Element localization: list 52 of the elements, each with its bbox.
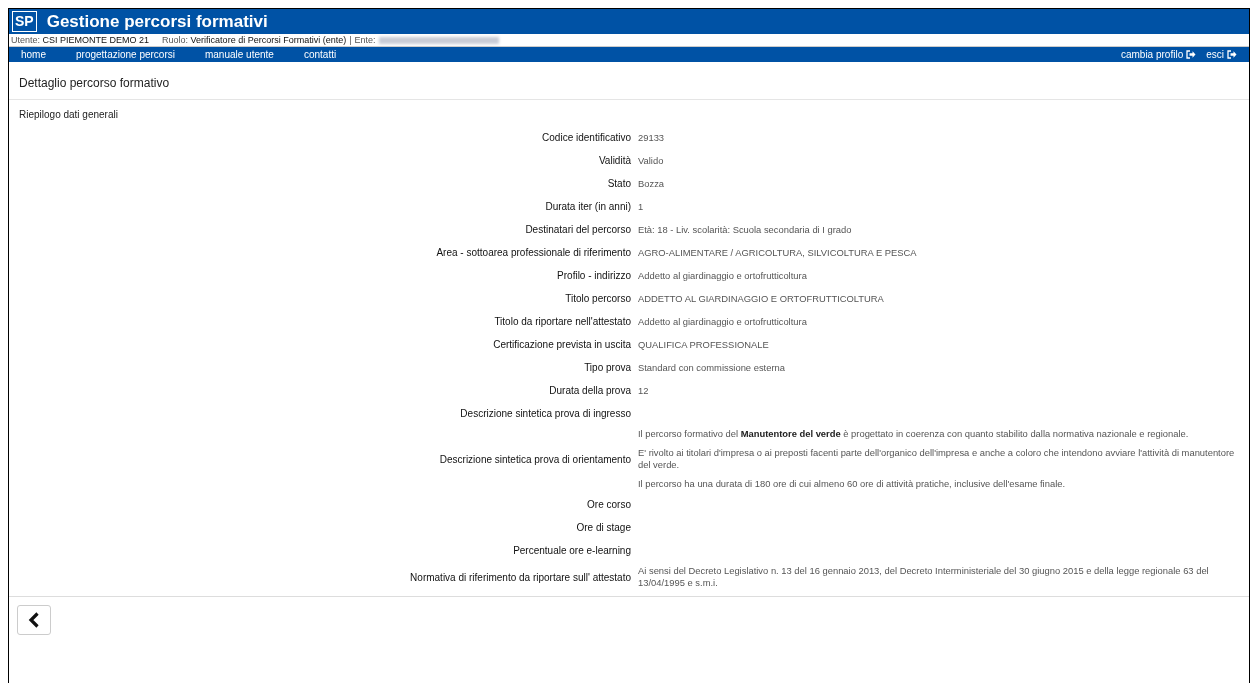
field-label: Certificazione prevista in uscita <box>492 339 631 350</box>
field-label: Tipo prova <box>583 362 631 373</box>
app-title: Gestione percorsi formativi <box>46 11 268 32</box>
field-label: Durata iter (in anni) <box>544 201 631 212</box>
nav-link[interactable]: esci <box>1206 49 1237 60</box>
ente-label: Ente: <box>354 35 376 45</box>
field-value: 12 <box>638 384 650 397</box>
field-value: Valido <box>638 154 665 167</box>
field-value: Il percorso formativo del Manutentore del verde è progettato in coerenza con quanto stabilito dalla normativa nazionale e regionale. <box>638 428 1190 440</box>
field-label: Titolo percorso <box>564 293 631 304</box>
chevron-left-icon <box>28 612 40 628</box>
field-label: Titolo da riportare nell'attestato <box>493 316 631 327</box>
field-label: Area - sottoarea professionale di riferimento <box>435 247 631 258</box>
field-label: Descrizione sintetica prova di ingresso <box>459 408 631 419</box>
field-value: Il percorso ha una durata di 180 ore di cui almeno 60 ore di attività pratiche, inclusive dell'esame finale. <box>638 478 1067 490</box>
field-label: Descrizione sintetica prova di orientamento <box>438 453 631 465</box>
field-label: Normativa di riferimento da riportare sull' attestato <box>409 571 631 583</box>
user-label: Utente: CSI PIEMONTE DEMO 21 <box>11 35 150 45</box>
logout-icon <box>1227 50 1237 59</box>
field-label: Ore corso <box>586 499 631 510</box>
field-value: E' rivolto ai titolari d'impresa o ai preposti facenti parte dell'organico dell'impresa e anche a coloro che intendono avviare l'attività di manutentore del verde. <box>638 447 1236 471</box>
nav-link[interactable]: cambia profilo <box>1120 49 1197 60</box>
field-value: Ai sensi del Decreto Legislativo n. 13 del 16 gennaio 2013, del Decreto Interministeriale del 30 giugno 2015 e della legge regionale 63 del 13/04/1995 e s.m.i. <box>638 565 1210 589</box>
separator: | <box>349 35 352 45</box>
nav-link[interactable]: manuale utente <box>204 49 274 60</box>
back-button[interactable] <box>17 605 51 635</box>
field-label: Destinatari del percorso <box>524 224 631 235</box>
field-value: Addetto al giardinaggio e ortofrutticoltura <box>638 315 808 328</box>
nav-link[interactable]: home <box>21 49 46 60</box>
field-value: Standard con commissione esterna <box>638 361 786 374</box>
field-label: Validità <box>597 155 631 166</box>
field-label: Codice identificativo <box>541 132 631 143</box>
field-label: Stato <box>606 178 631 189</box>
section-title: Riepilogo dati generali <box>18 108 119 122</box>
field-label: Ore di stage <box>575 522 631 533</box>
field-value: Bozza <box>638 177 666 190</box>
field-value: ADDETTO AL GIARDINAGGIO E ORTOFRUTTICOLTURA <box>638 292 885 305</box>
field-label: Profilo - indirizzo <box>556 270 631 281</box>
field-value: Addetto al giardinaggio e ortofrutticoltura <box>638 269 808 282</box>
role-label: Ruolo: Verificatore di Percorsi Formativi (ente) <box>162 35 347 45</box>
field-value: Età: 18 - Liv. scolarità: Scuola secondaria di I grado <box>638 223 853 236</box>
field-value: 29133 <box>638 131 666 144</box>
field-value: 1 <box>638 200 645 213</box>
field-value: AGRO-ALIMENTARE / AGRICOLTURA, SILVICOLTURA E PESCA <box>638 246 918 259</box>
nav-link[interactable]: progettazione percorsi <box>76 49 175 60</box>
field-label: Durata della prova <box>548 385 631 396</box>
app-logo: SP <box>12 11 37 32</box>
logout-icon <box>1186 50 1197 59</box>
field-value: QUALIFICA PROFESSIONALE <box>638 338 770 351</box>
nav-link[interactable]: contatti <box>303 49 337 60</box>
field-label: Percentuale ore e-learning <box>512 545 631 556</box>
page-title: Dettaglio percorso formativo <box>9 62 1249 100</box>
